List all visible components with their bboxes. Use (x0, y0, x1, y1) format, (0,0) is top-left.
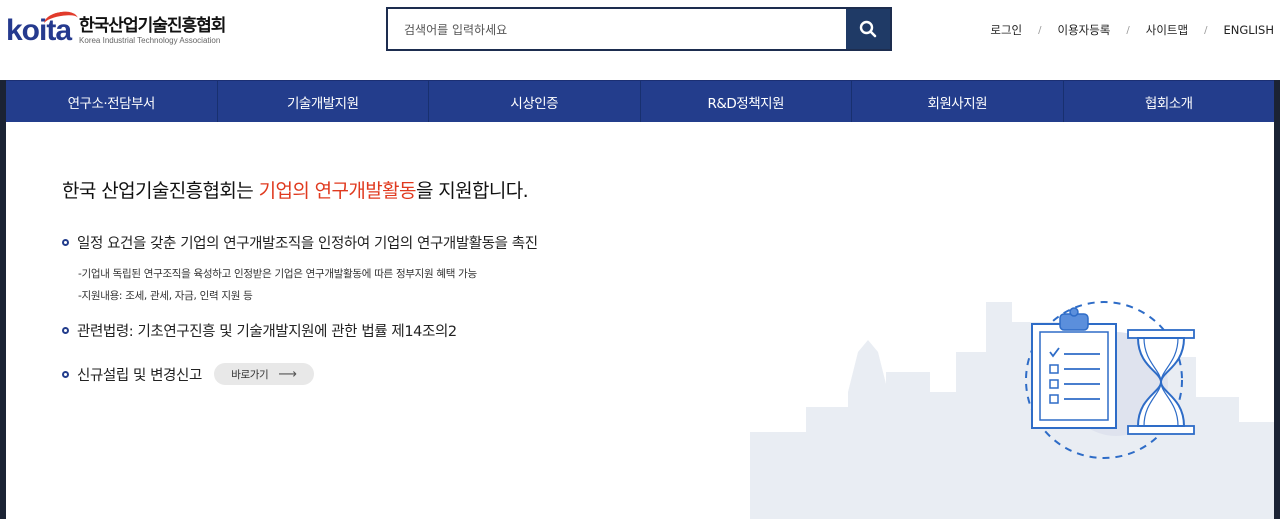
separator: / (1204, 24, 1208, 36)
site-header: koita 한국산업기술진흥협회 Korea Industrial Techno… (0, 0, 1280, 80)
search-bar (386, 7, 892, 51)
signup-link[interactable]: 이용자등록 (1057, 22, 1110, 38)
bullet-dot (62, 239, 69, 246)
info-bullet-law: 관련법령: 기초연구진흥 및 기술개발지원에 관한 법률 제14조의2 (62, 320, 457, 341)
info-bullet-purpose: 일정 요건을 갖춘 기업의 연구개발조직을 인정하여 기업의 연구개발활동을 촉… (62, 232, 538, 253)
logo-korean-name: 한국산업기술진흥협회 (79, 16, 226, 36)
checklist-clipboard-icon (1031, 307, 1117, 429)
utility-links: 로그인 / 이용자등록 / 사이트맵 / ENGLISH (990, 22, 1274, 38)
bullet-text: 일정 요건을 갖춘 기업의 연구개발조직을 인정하여 기업의 연구개발활동을 촉… (77, 236, 538, 252)
research-checklist-illustration (1025, 301, 1195, 459)
sub-text-support-details: -지원내용: 조세, 관세, 자금, 인력 지원 등 (78, 290, 253, 302)
arrow-right-icon: ⟶ (278, 366, 297, 382)
headline-highlight: 기업의 연구개발활동 (258, 180, 417, 202)
logo-mark: koita (6, 9, 80, 46)
nav-item-member-support[interactable]: 회원사지원 (852, 81, 1064, 123)
main-navigation: 연구소·전담부서 기술개발지원 시상인증 R&D정책지원 회원사지원 협회소개 (6, 80, 1274, 123)
search-icon (859, 20, 877, 38)
nav-item-research-lab[interactable]: 연구소·전담부서 (6, 81, 218, 123)
separator: / (1126, 24, 1130, 36)
bullet-dot (62, 370, 69, 378)
main-content: 한국 산업기술진흥협회는 기업의 연구개발활동을 지원합니다. 일정 요건을 갖… (6, 122, 1274, 519)
search-button[interactable] (846, 9, 890, 49)
goto-button-label: 바로가기 (231, 368, 269, 381)
nav-item-tech-development[interactable]: 기술개발지원 (218, 81, 429, 123)
page-headline: 한국 산업기술진흥협회는 기업의 연구개발활동을 지원합니다. (62, 176, 529, 203)
nav-item-awards-certification[interactable]: 시상인증 (429, 81, 641, 123)
nav-item-about[interactable]: 협회소개 (1064, 81, 1275, 123)
english-link[interactable]: ENGLISH (1223, 23, 1274, 37)
sub-text-benefits: -기업내 독립된 연구조직을 육성하고 인정받은 기업은 연구개발활동에 따른 … (78, 268, 477, 280)
login-link[interactable]: 로그인 (990, 22, 1022, 38)
headline-text-start: 한국 산업기술진흥협회는 (62, 180, 259, 202)
logo-swoosh (42, 9, 80, 33)
logo-text: 한국산업기술진흥협회 Korea Industrial Technology A… (79, 16, 226, 46)
info-bullet-registration: 신규설립 및 변경신고 바로가기 ⟶ (62, 363, 314, 385)
sitemap-link[interactable]: 사이트맵 (1146, 22, 1188, 38)
bullet-dot (62, 327, 69, 334)
search-input[interactable] (402, 9, 846, 51)
bullet-text: 신규설립 및 변경신고 (77, 367, 202, 384)
nav-item-rnd-policy[interactable]: R&D정책지원 (641, 81, 852, 123)
goto-button[interactable]: 바로가기 ⟶ (213, 363, 314, 385)
site-logo[interactable]: koita 한국산업기술진흥협회 Korea Industrial Techno… (6, 9, 226, 46)
separator: / (1038, 24, 1042, 36)
bullet-text: 관련법령: 기초연구진흥 및 기술개발지원에 관한 법률 제14조의2 (77, 324, 457, 340)
headline-text-end: 을 지원합니다. (415, 180, 529, 202)
logo-english-name: Korea Industrial Technology Association (79, 36, 221, 45)
